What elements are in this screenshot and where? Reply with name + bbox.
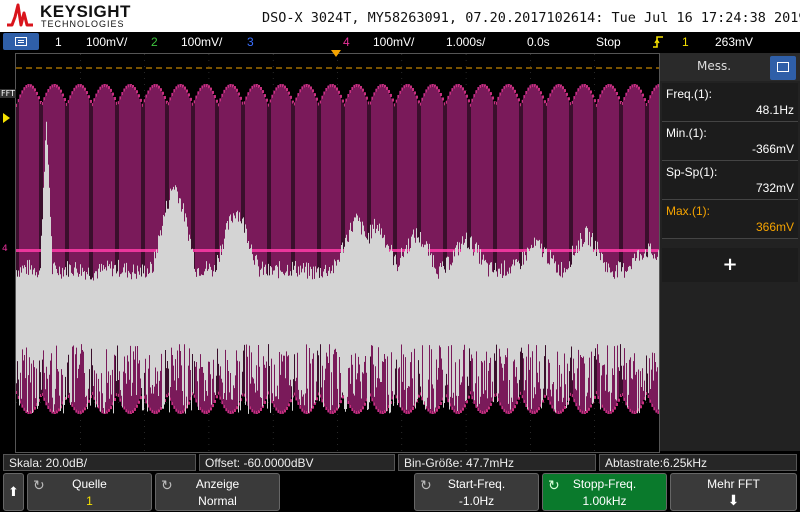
trigger-edge-icon[interactable] (652, 35, 664, 49)
main-menu-button[interactable] (3, 33, 39, 50)
measurement-frequency[interactable]: Freq.(1): 48.1Hz (662, 83, 798, 122)
measurement-value: 732mV (755, 181, 794, 195)
measurement-label: Min.(1): (666, 126, 707, 140)
measurement-label: Sp-Sp(1): (666, 165, 718, 179)
trigger-source[interactable]: 1 (682, 35, 689, 49)
measurement-label: Freq.(1): (666, 87, 713, 101)
bin-size-status: Bin-Größe: 47.7mHz (398, 454, 596, 471)
measurement-value: 48.1Hz (755, 103, 794, 117)
softkey-value: Normal (198, 494, 237, 508)
ch3-number[interactable]: 3 (247, 35, 254, 49)
measurement-min[interactable]: Min.(1): -366mV (662, 122, 798, 161)
chevron-down-icon: ⬇ (727, 492, 740, 508)
ch1-number[interactable]: 1 (55, 35, 62, 49)
ch2-scale[interactable]: 100mV/ (181, 35, 222, 49)
measurement-max[interactable]: Max.(1): 366mV (662, 200, 798, 239)
measurement-value: 366mV (755, 220, 794, 234)
timebase[interactable]: 1.000s/ (446, 35, 485, 49)
ch4-scale[interactable]: 100mV/ (373, 35, 414, 49)
back-button[interactable]: ⬆ (3, 473, 24, 511)
softkey-title: Start-Freq. (447, 477, 506, 491)
source-softkey[interactable]: ↻ Quelle 1 (27, 473, 152, 511)
delay[interactable]: 0.0s (527, 35, 550, 49)
run-state[interactable]: Stop (596, 35, 621, 49)
menu-icon (15, 37, 27, 46)
softkey-value: 1 (86, 494, 93, 508)
scope-graticule (16, 54, 659, 452)
softkey-title: Mehr FFT (707, 477, 760, 491)
sample-rate-status: Abtastrate:6.25kHz (599, 454, 797, 471)
ch2-number[interactable]: 2 (151, 35, 158, 49)
add-measurement-button[interactable]: + (662, 248, 798, 282)
ch1-level-marker[interactable] (3, 113, 10, 123)
measurement-menu-button[interactable] (770, 56, 796, 80)
start-frequency-softkey[interactable]: ↻ Start-Freq. -1.0Hz (414, 473, 539, 511)
channel-bar: 1 100mV/ 2 100mV/ 3 4 100mV/ 1.000s/ 0.0… (0, 32, 800, 52)
stop-frequency-softkey[interactable]: ↻ Stopp-Freq. 1.00kHz (542, 473, 667, 511)
measurement-panel-title: Mess. (697, 59, 732, 73)
trigger-level[interactable]: 263mV (715, 35, 753, 49)
softkey-title: Anzeige (195, 477, 240, 491)
more-fft-softkey[interactable]: Mehr FFT ⬇ (670, 473, 797, 511)
trigger-position-marker[interactable] (331, 50, 341, 57)
ch1-scale[interactable]: 100mV/ (86, 35, 127, 49)
keysight-logo-icon (7, 3, 33, 27)
brand-subtitle: TECHNOLOGIES (41, 19, 125, 29)
fft-offset-status[interactable]: Offset: -60.0000dBV (199, 454, 395, 471)
softkey-value: 1.00kHz (582, 494, 627, 508)
measurement-value: -366mV (751, 142, 794, 156)
fft-reference-tag: FFT (0, 89, 16, 98)
ch4-ground-marker[interactable]: 4 (2, 244, 8, 254)
fft-scale-status[interactable]: Skala: 20.0dB/ (3, 454, 196, 471)
softkey-title: Quelle (72, 477, 107, 491)
measurement-label: Max.(1): (666, 204, 711, 218)
menu-icon (777, 62, 789, 72)
ch4-number[interactable]: 4 (343, 35, 350, 49)
waveform-display[interactable] (15, 53, 660, 453)
instrument-title: DSO-X 3024T, MY58263091, 07.20.201710261… (262, 10, 800, 26)
softkey-title: Stopp-Freq. (572, 477, 637, 491)
measurement-peak-to-peak[interactable]: Sp-Sp(1): 732mV (662, 161, 798, 200)
header-bar: KEYSIGHT TECHNOLOGIES DSO-X 3024T, MY582… (0, 0, 800, 32)
display-softkey[interactable]: ↻ Anzeige Normal (155, 473, 280, 511)
softkey-value: -1.0Hz (458, 494, 495, 508)
